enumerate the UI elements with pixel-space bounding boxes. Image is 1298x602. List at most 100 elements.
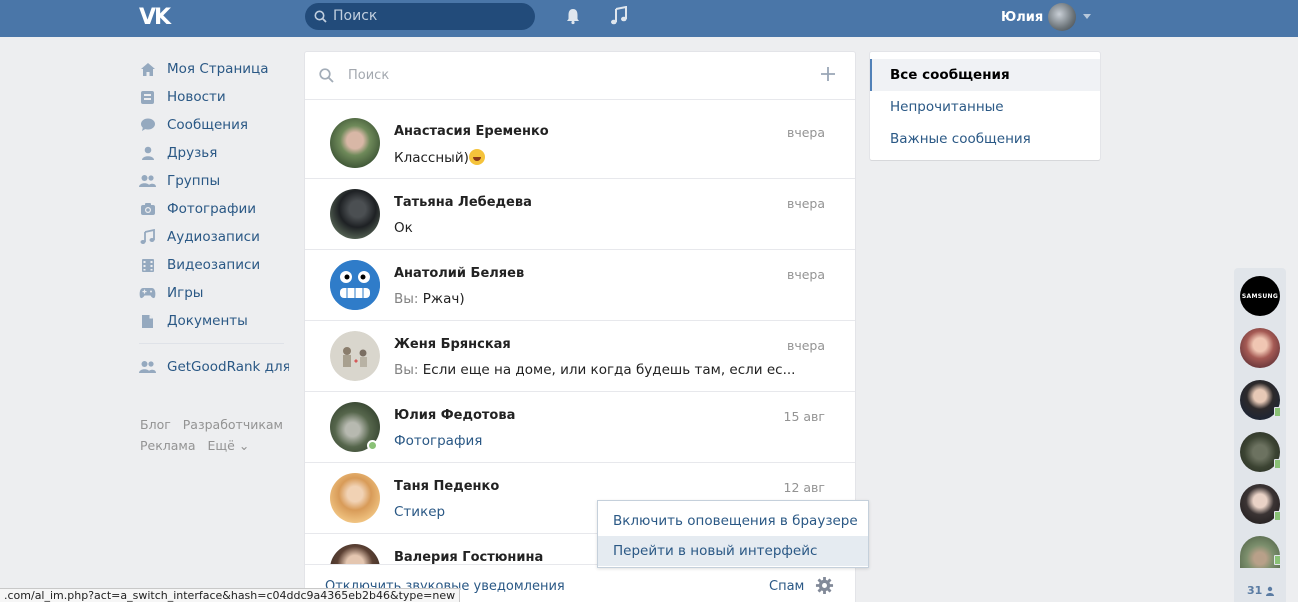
sidebar-item-label: Сообщения xyxy=(167,117,249,133)
dialog-name: Анатолий Беляев xyxy=(394,266,525,281)
sidebar-item-friends[interactable]: Друзья xyxy=(139,139,289,167)
messages-icon xyxy=(139,117,156,134)
sidebar-item-groups[interactable]: Группы xyxy=(139,167,289,195)
sidebar-item-photos[interactable]: Фотографии xyxy=(139,195,289,223)
avatar xyxy=(330,331,380,381)
dialog-message: Классный) xyxy=(394,149,485,166)
avatar xyxy=(330,118,380,168)
spam-link[interactable]: Спам xyxy=(769,579,804,594)
sidebar-item-messages[interactable]: Сообщения xyxy=(139,111,289,139)
sidebar-item-games[interactable]: Игры xyxy=(139,279,289,307)
left-footer-links: Блог Разработчикам Реклама Ещё ⌄ xyxy=(140,414,300,456)
dialog-date: вчера xyxy=(786,125,825,140)
sidebar-item-news[interactable]: Новости xyxy=(139,83,289,111)
dialog-row[interactable]: Юлия Федотова 15 авг Фотография xyxy=(305,392,855,463)
users-icon xyxy=(139,359,156,376)
dialog-message-text: Если еще на доме, или когда будешь там, … xyxy=(422,362,796,378)
sidebar-item-label: GetGoodRank для... xyxy=(167,359,289,375)
mobile-online-icon xyxy=(1274,407,1281,417)
dialog-row[interactable]: Женя Брянская вчера Вы: Если еще на доме… xyxy=(305,321,855,392)
dialog-name: Женя Брянская xyxy=(394,337,511,352)
quick-chat-bar: SAMSUNG 31 xyxy=(1234,268,1286,602)
sidebar-item-label: Группы xyxy=(167,173,221,189)
footer-link-developers[interactable]: Разработчикам xyxy=(183,417,283,432)
dialog-date: вчера xyxy=(786,267,825,282)
samsung-logo-text: SAMSUNG xyxy=(1241,292,1279,300)
footer-link-blog[interactable]: Блог xyxy=(140,417,171,432)
search-icon xyxy=(319,68,334,83)
browser-status-url: .com/al_im.php?act=a_switch_interface&ha… xyxy=(0,588,461,602)
dialog-message: Вы: Если еще на доме, или когда будешь т… xyxy=(394,362,795,378)
sidebar-item-label: Моя Страница xyxy=(167,61,269,77)
chat-count-value: 31 xyxy=(1247,584,1263,597)
news-icon xyxy=(139,89,156,106)
sidebar-item-label: Фотографии xyxy=(167,201,257,217)
avatar xyxy=(330,189,380,239)
plus-icon[interactable] xyxy=(819,65,837,83)
dialog-row[interactable]: Татьяна Лебедева вчера Ок xyxy=(305,179,855,250)
messages-filter: Все сообщения Непрочитанные Важные сообщ… xyxy=(870,52,1100,160)
footer-link-ads[interactable]: Реклама xyxy=(140,438,196,453)
chat-avatar[interactable] xyxy=(1240,484,1281,524)
user-icon xyxy=(139,145,156,162)
header-search[interactable]: Поиск xyxy=(305,3,535,30)
dialog-date: вчера xyxy=(786,338,825,353)
dialog-message: Стикер xyxy=(394,504,446,520)
camera-icon xyxy=(139,201,156,218)
dialog-message: Ок xyxy=(394,220,413,236)
you-prefix: Вы: xyxy=(394,291,423,307)
enable-browser-notifications-item[interactable]: Включить оповещения в браузере xyxy=(598,506,868,536)
nav-divider xyxy=(139,343,284,344)
document-icon xyxy=(139,313,156,330)
chat-avatar[interactable] xyxy=(1240,536,1281,568)
mobile-online-icon xyxy=(1274,555,1281,565)
sidebar-item-app-getgoodrank[interactable]: GetGoodRank для... xyxy=(139,353,289,381)
sidebar-item-my-page[interactable]: Моя Страница xyxy=(139,55,289,83)
sidebar-item-audio[interactable]: Аудиозаписи xyxy=(139,223,289,251)
chat-avatar[interactable] xyxy=(1240,432,1281,472)
chat-avatar-samsung[interactable]: SAMSUNG xyxy=(1240,276,1280,316)
mobile-online-icon xyxy=(1274,511,1281,521)
users-icon xyxy=(139,173,156,190)
sidebar-item-label: Игры xyxy=(167,285,204,301)
dialog-row[interactable]: Анастасия Еременко вчера Классный) xyxy=(305,108,855,179)
dialog-name: Анастасия Еременко xyxy=(394,124,549,139)
top-header: VK Поиск Юлия xyxy=(0,0,1298,37)
filter-unread[interactable]: Непрочитанные xyxy=(870,91,1100,123)
dialog-date: 15 авг xyxy=(783,409,825,424)
left-navigation: Моя Страница Новости Сообщения Друзья Гр… xyxy=(139,55,289,381)
laughing-emoji-icon xyxy=(468,149,485,165)
bell-icon[interactable] xyxy=(564,7,582,25)
user-icon xyxy=(1266,586,1275,596)
switch-to-new-interface-item[interactable]: Перейти в новый интерфейс xyxy=(598,536,868,566)
chat-count[interactable]: 31 xyxy=(1247,584,1275,597)
search-icon xyxy=(314,10,327,23)
header-avatar[interactable] xyxy=(1048,3,1076,31)
online-indicator xyxy=(367,440,378,451)
film-icon xyxy=(139,257,156,274)
dialog-message: Вы: Ржач) xyxy=(394,291,465,307)
sidebar-item-label: Друзья xyxy=(167,145,218,161)
music-icon xyxy=(139,229,156,246)
filter-important[interactable]: Важные сообщения xyxy=(870,123,1100,155)
sidebar-item-documents[interactable]: Документы xyxy=(139,307,289,335)
sidebar-item-label: Видеозаписи xyxy=(167,257,261,273)
dialog-row[interactable]: Анатолий Беляев вчера Вы: Ржач) xyxy=(305,250,855,321)
dialogs-search-bar[interactable]: Поиск xyxy=(305,52,855,100)
music-note-icon[interactable] xyxy=(610,6,628,26)
dialog-name: Юлия Федотова xyxy=(394,408,516,423)
header-user-name[interactable]: Юлия xyxy=(1001,10,1043,25)
footer-link-more[interactable]: Ещё ⌄ xyxy=(208,438,250,453)
gear-icon[interactable] xyxy=(815,576,834,595)
chat-avatar[interactable] xyxy=(1240,328,1280,368)
filter-all-messages[interactable]: Все сообщения xyxy=(870,59,1100,91)
sidebar-item-video[interactable]: Видеозаписи xyxy=(139,251,289,279)
dialog-date: 12 авг xyxy=(783,480,825,495)
dialog-name: Валерия Гостюнина xyxy=(394,550,544,565)
dialog-name: Татьяна Лебедева xyxy=(394,195,532,210)
vk-logo[interactable]: VK xyxy=(139,5,173,30)
dialog-message: Фотография xyxy=(394,433,483,449)
dialog-message-text: Классный) xyxy=(394,150,469,166)
chat-avatar[interactable] xyxy=(1240,380,1281,420)
chevron-down-icon[interactable] xyxy=(1083,14,1091,19)
